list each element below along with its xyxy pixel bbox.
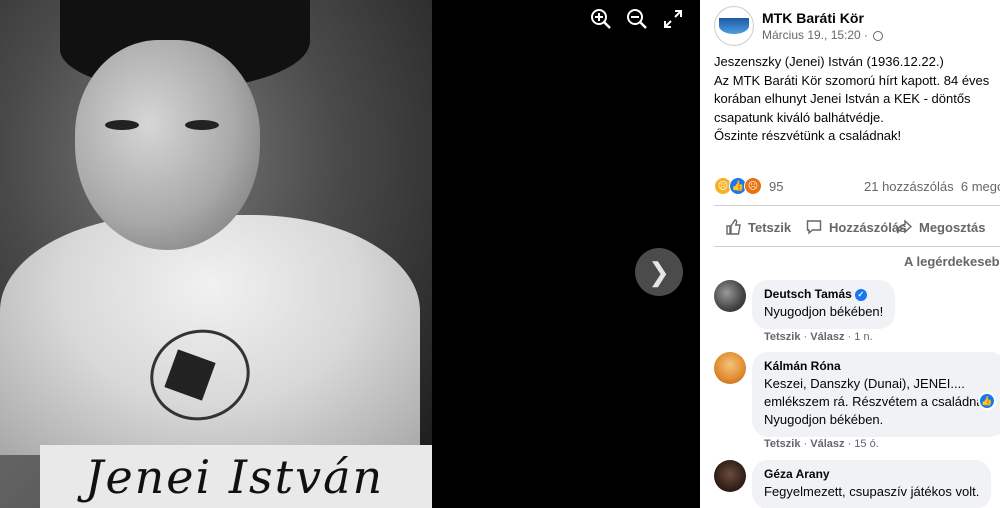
- comment-like-link[interactable]: Tetszik: [764, 331, 800, 343]
- comment-age[interactable]: 1 n.: [854, 331, 872, 343]
- comment-age[interactable]: 15 ó.: [854, 438, 878, 450]
- page-name[interactable]: MTK Baráti Kör: [762, 10, 883, 26]
- comment-text: Keszei, Danszky (Dunai), JENEI....: [764, 376, 965, 391]
- comment-text: Nyugodjon békében.: [764, 412, 884, 427]
- comments-shares: 21 hozzászólás 6 megosztás: [864, 179, 1000, 194]
- comment-reply-link[interactable]: Válasz: [810, 438, 844, 450]
- comments-count[interactable]: 21 hozzászólás: [864, 179, 954, 194]
- share-icon: [895, 218, 913, 236]
- reactions-bar: ☹ 👍 ☹ 95 21 hozzászólás 6 megosztás: [714, 175, 1000, 197]
- angry-reaction-icon[interactable]: ☹: [744, 177, 762, 195]
- globe-icon: [873, 30, 884, 41]
- post-meta: MTK Baráti Kör Március 19., 15:20 ·: [762, 10, 884, 42]
- like-button[interactable]: Tetszik: [724, 218, 791, 236]
- page-logo-icon: [719, 18, 749, 34]
- comment-like-link[interactable]: Tetszik: [764, 438, 800, 450]
- post-photo[interactable]: Jenei István: [0, 0, 432, 508]
- photo-viewer: Jenei István ❯: [0, 0, 700, 508]
- share-button[interactable]: Megosztás: [895, 218, 985, 236]
- like-reaction-icon[interactable]: 👍: [978, 392, 996, 410]
- avatar[interactable]: [714, 352, 746, 384]
- post-actions: Tetszik Hozzászólás Megosztás: [700, 214, 1000, 240]
- comment-item: Deutsch Tamás ✓ Nyugodjon békében! Tetszi…: [714, 280, 1000, 343]
- avatar[interactable]: [714, 460, 746, 492]
- fullscreen-icon[interactable]: [660, 6, 686, 32]
- comment-author[interactable]: Deutsch Tamás ✓: [764, 287, 883, 301]
- like-label: Tetszik: [748, 219, 792, 235]
- zoom-in-icon[interactable]: [588, 6, 614, 32]
- photo-eye-left: [105, 120, 139, 130]
- comment-button[interactable]: Hozzászólás: [805, 218, 906, 236]
- comment-bubble: Géza Arany Fegyelmezett, csupaszív játék…: [752, 460, 992, 508]
- comment-reply-link[interactable]: Válasz: [810, 331, 844, 343]
- photo-face: [75, 40, 260, 250]
- post-header: MTK Baráti Kör Március 19., 15:20 ·: [714, 6, 884, 46]
- comment-author[interactable]: Géza Arany: [764, 467, 979, 481]
- post-text-line: csapatunk kiváló balhátvédje.: [714, 109, 884, 125]
- thumbs-up-icon: [724, 218, 742, 236]
- comment-icon: [805, 218, 823, 236]
- comment-text: Fegyelmezett, csupaszív játékos volt.: [764, 484, 980, 499]
- zoom-out-icon[interactable]: [624, 6, 650, 32]
- comment-footer: Tetszik · Válasz · 15 ó.: [764, 438, 879, 450]
- comment-item: Kálmán Róna Keszei, Danszky (Dunai), JEN…: [714, 352, 1000, 452]
- comment-sort-dropdown[interactable]: A legérdekesebbek: [904, 254, 1000, 269]
- chevron-right-icon: ❯: [648, 256, 670, 287]
- comment-bubble: Kálmán Róna Keszei, Danszky (Dunai), JEN…: [752, 352, 1000, 437]
- comment-bubble: Deutsch Tamás ✓ Nyugodjon békében!: [752, 280, 896, 329]
- next-photo-button[interactable]: ❯: [635, 248, 683, 296]
- comment-item: Géza Arany Fegyelmezett, csupaszív játék…: [714, 460, 1000, 508]
- post-text-line: Az MTK Baráti Kör szomorú hírt kapott. 8…: [714, 72, 990, 88]
- reactions-count[interactable]: 95: [769, 179, 783, 194]
- post-text-line: korában elhunyt Jenei István a KEK - dön…: [714, 91, 971, 106]
- comment-author-name: Deutsch Tamás: [764, 287, 852, 301]
- post-text-line: Jeszenszky (Jenei) István (1936.12.22.): [714, 54, 944, 69]
- divider: [714, 205, 1000, 206]
- shares-count[interactable]: 6 megosztás: [961, 179, 1000, 194]
- post-text-line: Őszinte részvétünk a családnak!: [714, 128, 902, 143]
- page-avatar[interactable]: [714, 6, 754, 46]
- photo-signature: Jenei István: [85, 450, 385, 504]
- share-label: Megosztás: [919, 219, 986, 235]
- avatar[interactable]: [714, 280, 746, 312]
- comment-text: emlékszem rá. Részvétem a családnak.: [764, 394, 994, 409]
- comment-text: Nyugodjon békében!: [764, 304, 884, 319]
- post-time-text: Március 19., 15:20 ·: [762, 28, 869, 42]
- comment-footer: Tetszik · Válasz · 1 n.: [764, 331, 873, 343]
- post-text: Jeszenszky (Jenei) István (1936.12.22.) …: [714, 53, 1000, 146]
- post-time[interactable]: Március 19., 15:20 ·: [762, 28, 884, 42]
- post-panel: MTK Baráti Kör Március 19., 15:20 · Jesz…: [700, 0, 1000, 508]
- photo-eye-right: [185, 120, 219, 130]
- verified-badge-icon: ✓: [854, 288, 867, 301]
- viewer-toolbar: [588, 6, 686, 32]
- divider: [714, 246, 1000, 247]
- comment-author[interactable]: Kálmán Róna: [764, 359, 994, 373]
